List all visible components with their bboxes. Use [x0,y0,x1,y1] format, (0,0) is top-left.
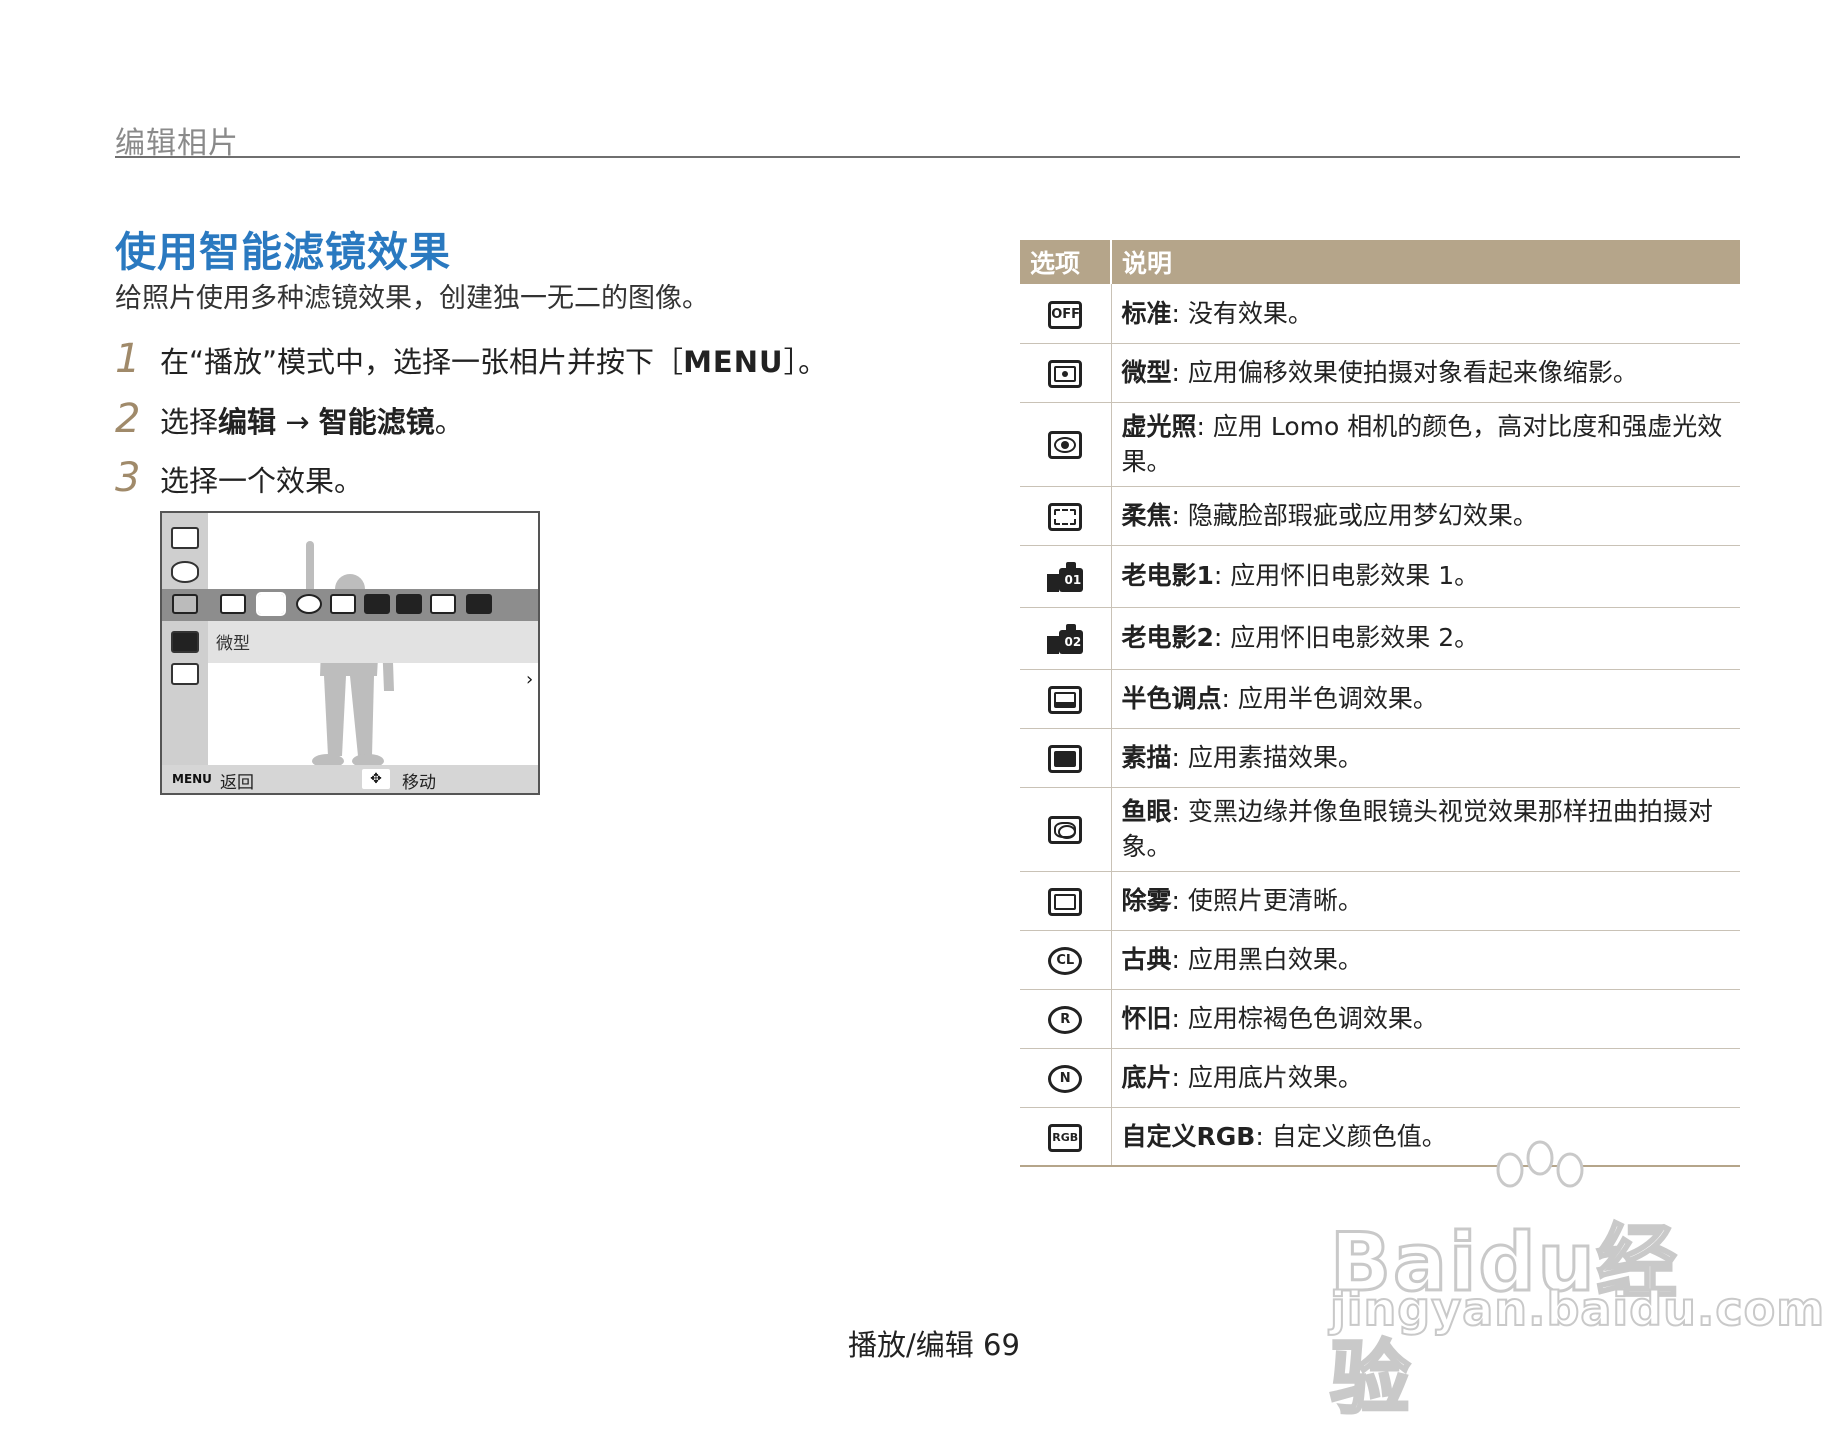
table-row: 素描: 应用素描效果。 [1020,728,1740,788]
step-number: 1 [115,336,141,382]
step-text: 选择编辑 → 智能滤镜。 [160,405,464,439]
navigation-arrows-icon: ✥ [362,769,390,789]
photo-style-icon [171,663,199,685]
step-number: 3 [115,455,141,501]
table-row: OFF 标准: 没有效果。 [1020,284,1740,344]
watermark-url: jingyan.baidu.com [1329,1281,1826,1337]
intro-text: 给照片使用多种滤镜效果，创建独一无二的图像。 [115,283,709,314]
filter-options-table: 选项 说明 OFF 标准: 没有效果。 微型: 应用偏移效果使拍摄对象看起来像缩… [1020,240,1740,1167]
standard-off-icon: OFF [1048,300,1083,329]
filter-category-icon [172,594,198,614]
sketch-icon[interactable] [466,594,492,614]
sketch-icon [1048,744,1083,773]
table-row: 01 老电影1: 应用怀旧电影效果 1。 [1020,545,1740,608]
resize-icon [171,527,199,549]
header-divider [115,156,1740,158]
column-header-description: 说明 [1111,240,1740,284]
table-row: 02 老电影2: 应用怀旧电影效果 2。 [1020,607,1740,670]
table-row: 半色调点: 应用半色调效果。 [1020,669,1740,729]
halftone-dots-icon[interactable] [430,594,456,614]
page-footer: 播放/编辑 69 [848,1328,1020,1362]
table-row: 鱼眼: 变黑边缘并像鱼眼镜头视觉效果那样扭曲拍摄对象。 [1020,787,1740,872]
old-film-2-icon: 02 [1047,624,1084,655]
menu-button-label: MENU [172,772,212,786]
table-row: 微型: 应用偏移效果使拍摄对象看起来像缩影。 [1020,343,1740,403]
table-row: 除雾: 使照片更清晰。 [1020,871,1740,931]
old-film-2-icon[interactable] [396,594,422,614]
fisheye-icon [1048,816,1083,845]
menu-key: MENU [683,345,784,379]
table-row: 虚光照: 应用 Lomo 相机的颜色，高对比度和强虚光效果。 [1020,402,1740,487]
selected-filter-label: 微型 [216,634,250,654]
vignetting-icon [1048,431,1083,460]
page-title: 使用智能滤镜效果 [115,228,451,276]
step-1: 1 在“播放”模式中，选择一张相片并按下［MENU］。 [115,336,827,382]
custom-rgb-icon: RGB [1048,1123,1083,1152]
chevron-right-icon[interactable]: › [526,669,533,690]
retro-icon: R [1048,1005,1083,1034]
baidu-watermark: Baidu经验 jingyan.baidu.com [1329,1140,1825,1427]
old-film-1-icon[interactable] [364,594,390,614]
column-header-option: 选项 [1020,240,1112,284]
rotate-icon [171,561,199,583]
filter-selection-bar: › [162,589,538,690]
classic-icon: CL [1048,946,1083,975]
miniature-icon [1048,359,1083,388]
defog-icon [1048,887,1083,916]
vignetting-icon[interactable] [296,594,322,614]
negative-icon: N [1048,1064,1083,1093]
table-row: CL 古典: 应用黑白效果。 [1020,930,1740,990]
color-tone-icon [171,631,199,653]
step-text: 选择一个效果。 [160,464,364,498]
soft-focus-icon [1048,502,1083,531]
table-row: R 怀旧: 应用棕褐色色调效果。 [1020,989,1740,1049]
old-film-1-icon: 01 [1047,562,1084,593]
camera-screen-illustration: › 微型 MENU 返回 ✥ 移动 [160,511,540,795]
filter-name-bar: 微型 [208,621,538,663]
table-row: N 底片: 应用底片效果。 [1020,1048,1740,1108]
step-text: 在“播放”模式中，选择一张相片并按下［MENU］。 [160,345,828,379]
step-3: 3 选择一个效果。 [115,455,363,501]
halftone-dots-icon [1048,685,1083,714]
soft-focus-icon[interactable] [330,594,356,614]
miniature-icon[interactable] [256,592,286,616]
back-label: 返回 [220,773,254,793]
move-label: 移动 [402,773,436,793]
step-2: 2 选择编辑 → 智能滤镜。 [115,396,464,442]
camera-side-menu [162,513,208,793]
camera-bottom-bar: MENU 返回 ✥ 移动 [162,765,538,793]
table-row: 柔焦: 隐藏脸部瑕疵或应用梦幻效果。 [1020,486,1740,546]
standard-off-icon[interactable] [220,594,246,614]
step-number: 2 [115,396,141,442]
table-header-row: 选项 说明 [1020,240,1740,284]
